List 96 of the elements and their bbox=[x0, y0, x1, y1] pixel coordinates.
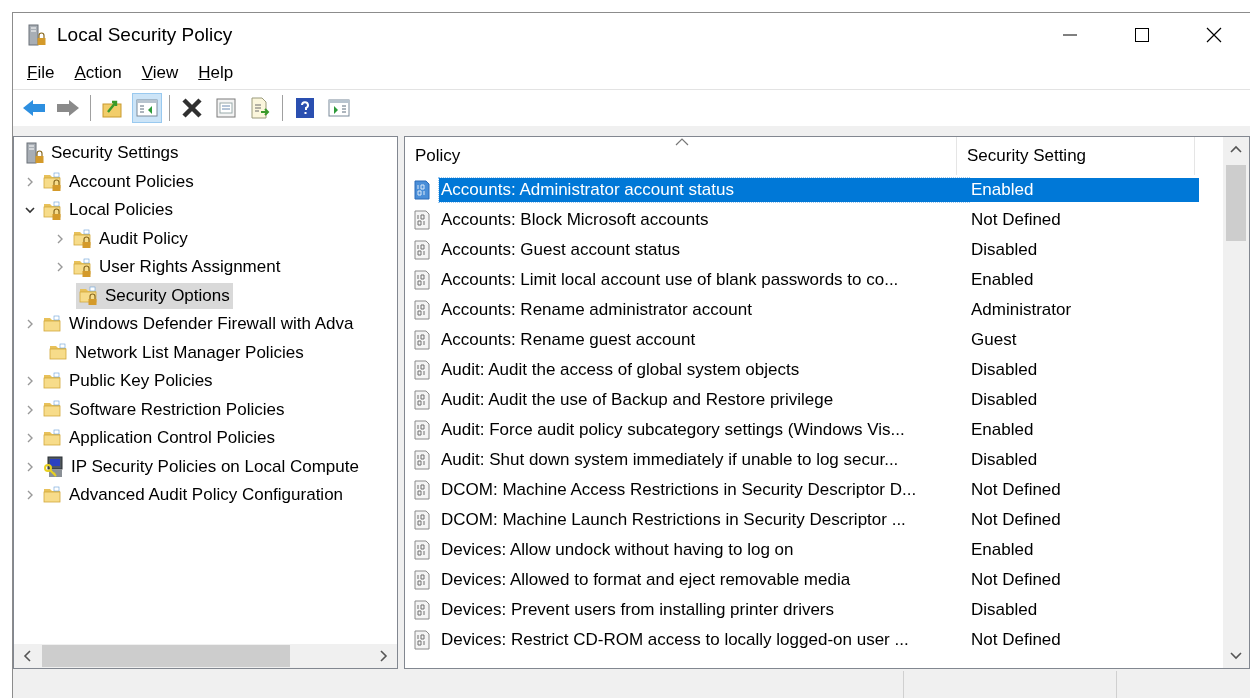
locked-folder-icon bbox=[73, 228, 93, 250]
policy-cell[interactable]: Accounts: Administrator account status bbox=[439, 178, 969, 202]
setting-cell-text: Not Defined bbox=[970, 209, 1062, 231]
policy-cell[interactable]: Devices: Prevent users from installing printer drivers bbox=[439, 598, 969, 622]
delete-icon bbox=[181, 97, 203, 119]
policy-icon bbox=[413, 510, 431, 530]
policy-cell[interactable]: DCOM: Machine Launch Restrictions in Security Descriptor ... bbox=[439, 508, 969, 532]
policy-cell[interactable]: Audit: Audit the use of Backup and Restore privilege bbox=[439, 388, 969, 412]
policy-icon bbox=[413, 330, 431, 350]
panel-right-icon bbox=[328, 98, 350, 118]
setting-cell-text: Enabled bbox=[970, 269, 1035, 291]
policy-cell[interactable]: Audit: Shut down system immediately if unable to log secur... bbox=[439, 448, 969, 472]
chevron-left-icon bbox=[23, 650, 33, 662]
back-arrow-icon bbox=[22, 98, 46, 118]
policy-cell[interactable]: Accounts: Rename administrator account bbox=[439, 298, 969, 322]
export-list-icon bbox=[249, 97, 271, 119]
chevron-right-icon bbox=[378, 650, 388, 662]
locked-folder-icon bbox=[43, 171, 63, 193]
setting-cell-text: Administrator bbox=[970, 299, 1073, 321]
forward-arrow-icon bbox=[56, 98, 80, 118]
folder-icon bbox=[43, 427, 63, 449]
tree-item[interactable]: IP Security Policies on Local Compute bbox=[40, 453, 362, 480]
tree-item[interactable]: Application Control Policies bbox=[40, 425, 278, 452]
policy-icon bbox=[413, 300, 431, 320]
tree-item[interactable]: Public Key Policies bbox=[40, 368, 216, 395]
properties-icon bbox=[215, 97, 237, 119]
policy-icon bbox=[413, 570, 431, 590]
maximize-icon bbox=[1134, 27, 1150, 43]
minimize-icon bbox=[1062, 34, 1078, 36]
tree-item[interactable]: Windows Defender Firewall with Adva bbox=[40, 311, 357, 338]
panel-left-icon bbox=[136, 98, 158, 118]
tree-item[interactable]: User Rights Assignment bbox=[70, 254, 284, 281]
policy-icon bbox=[413, 390, 431, 410]
setting-cell-text: Disabled bbox=[970, 599, 1039, 621]
policy-cell[interactable]: Devices: Restrict CD-ROM access to locally logged-on user ... bbox=[439, 628, 969, 652]
window-title: Local Security Policy bbox=[57, 24, 233, 46]
policy-icon bbox=[413, 210, 431, 230]
tree-item[interactable]: Security Options bbox=[76, 282, 233, 309]
menu-item[interactable]: Action bbox=[66, 61, 130, 85]
policy-icon bbox=[413, 360, 431, 380]
setting-cell-text: Not Defined bbox=[970, 629, 1062, 651]
server-lock-icon bbox=[25, 142, 45, 165]
tree-item[interactable]: Account Policies bbox=[40, 168, 197, 195]
policy-cell[interactable]: Devices: Allow undock without having to log on bbox=[439, 538, 969, 562]
server-lock-icon bbox=[27, 24, 47, 46]
policy-cell[interactable]: Accounts: Guest account status bbox=[439, 238, 969, 262]
policy-cell[interactable]: Accounts: Block Microsoft accounts bbox=[439, 208, 969, 232]
close-icon bbox=[1206, 27, 1222, 43]
menu-item[interactable]: File bbox=[19, 61, 63, 85]
setting-cell-text: Disabled bbox=[970, 239, 1039, 261]
tree-item[interactable]: Audit Policy bbox=[70, 225, 191, 252]
tree-item[interactable]: Local Policies bbox=[40, 197, 176, 224]
computer-key-icon bbox=[43, 455, 65, 478]
locked-folder-icon bbox=[73, 256, 93, 278]
setting-cell-text: Disabled bbox=[970, 449, 1039, 471]
policy-icon bbox=[413, 180, 431, 200]
policy-cell[interactable]: Devices: Allowed to format and eject removable media bbox=[439, 568, 969, 592]
help-icon bbox=[295, 97, 315, 119]
setting-cell-text: Disabled bbox=[970, 359, 1039, 381]
menu-item[interactable]: Help bbox=[190, 61, 242, 85]
policy-icon bbox=[413, 540, 431, 560]
folder-icon bbox=[43, 313, 63, 335]
setting-cell-text: Enabled bbox=[970, 419, 1035, 441]
policy-icon bbox=[413, 240, 431, 260]
policy-icon bbox=[413, 270, 431, 290]
tree-item[interactable]: Software Restriction Policies bbox=[40, 396, 288, 423]
setting-cell-text: Disabled bbox=[970, 389, 1039, 411]
policy-cell[interactable]: Accounts: Rename guest account bbox=[439, 328, 969, 352]
tree-item[interactable]: Security Settings bbox=[22, 140, 182, 167]
folder-icon bbox=[43, 370, 63, 392]
policy-icon bbox=[413, 600, 431, 620]
policy-cell[interactable]: Audit: Audit the access of global system objects bbox=[439, 358, 969, 382]
tree-item[interactable]: Network List Manager Policies bbox=[46, 339, 307, 366]
folder-icon bbox=[43, 484, 63, 506]
policy-icon bbox=[413, 630, 431, 650]
setting-cell-text: Enabled bbox=[970, 539, 1035, 561]
chevron-up-icon bbox=[1230, 145, 1242, 155]
folder-up-icon bbox=[102, 98, 124, 118]
policy-icon bbox=[413, 450, 431, 470]
chevron-down-icon bbox=[1230, 650, 1242, 660]
setting-cell-text: Not Defined bbox=[970, 569, 1062, 591]
locked-folder-icon bbox=[43, 199, 63, 221]
setting-cell-text: Guest bbox=[970, 329, 1018, 351]
policy-icon bbox=[413, 420, 431, 440]
scrollbar-thumb[interactable] bbox=[1226, 165, 1246, 241]
locked-folder-icon bbox=[79, 285, 99, 307]
setting-cell-text: Not Defined bbox=[970, 479, 1062, 501]
scrollbar-thumb[interactable] bbox=[42, 645, 290, 667]
setting-cell-text: Not Defined bbox=[970, 509, 1062, 531]
policy-cell[interactable]: Accounts: Limit local account use of blank passwords to co... bbox=[439, 268, 969, 292]
policy-cell[interactable]: DCOM: Machine Access Restrictions in Security Descriptor D... bbox=[439, 478, 969, 502]
tree-item[interactable]: Advanced Audit Policy Configuration bbox=[40, 482, 347, 509]
menu-item[interactable]: View bbox=[133, 61, 187, 85]
policy-cell[interactable]: Audit: Force audit policy subcategory settings (Windows Vis... bbox=[439, 418, 969, 442]
policy-icon bbox=[413, 480, 431, 500]
setting-cell: Enabled bbox=[969, 178, 1199, 202]
